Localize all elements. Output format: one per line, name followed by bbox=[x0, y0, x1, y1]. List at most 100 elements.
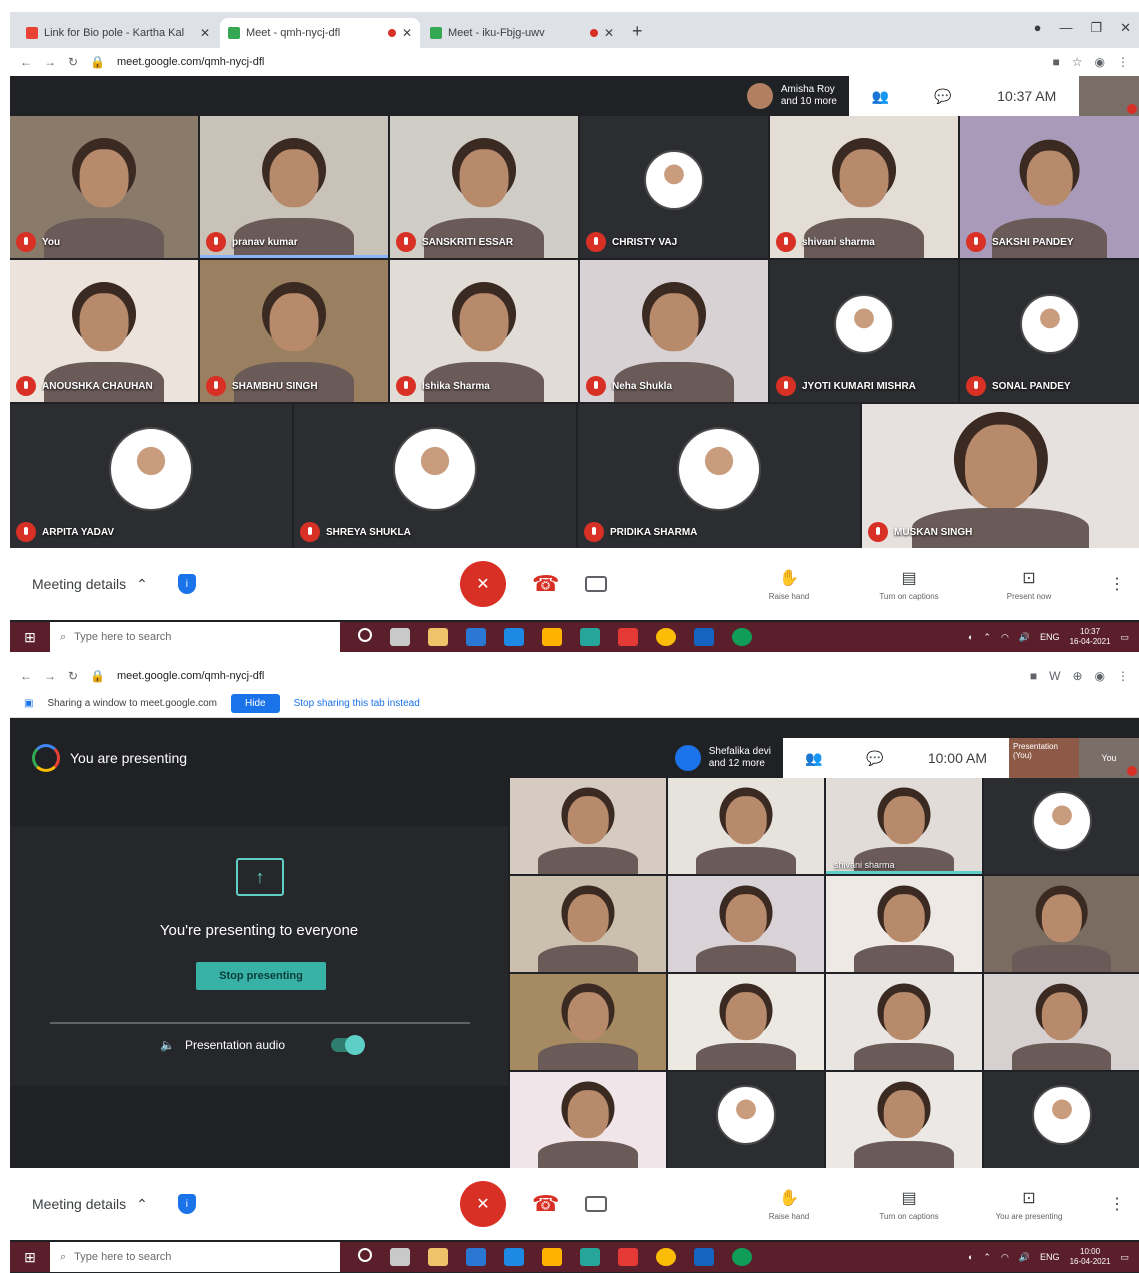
participant-tile[interactable]: SONAL PANDEY bbox=[960, 260, 1139, 402]
tab-gmail[interactable]: Link for Bio pole - Kartha Kal ✕ bbox=[18, 18, 218, 48]
forward-icon[interactable]: → bbox=[44, 669, 56, 683]
participant-tile[interactable] bbox=[510, 974, 666, 1070]
shield-icon[interactable]: i bbox=[177, 1194, 196, 1214]
reload-icon[interactable]: ↻ bbox=[68, 669, 78, 683]
participant-tile[interactable]: SAKSHI PANDEY bbox=[960, 116, 1139, 258]
new-tab-icon[interactable]: + bbox=[624, 21, 651, 48]
chat-icon[interactable]: 💬 bbox=[934, 88, 951, 105]
url-field[interactable]: meet.google.com/qmh-nycj-dfl bbox=[117, 670, 1018, 682]
avatar[interactable]: ◉ bbox=[1095, 669, 1105, 683]
raise-hand-button[interactable]: ✋ Raise hand bbox=[749, 568, 829, 601]
star-icon[interactable]: ☆ bbox=[1072, 55, 1083, 69]
meeting-details-button[interactable]: Meeting details ⌃ bbox=[32, 1196, 148, 1213]
wifi-icon[interactable]: ◠ bbox=[1001, 632, 1009, 643]
hide-button[interactable]: Hide bbox=[231, 694, 280, 713]
participant-tile[interactable] bbox=[826, 1072, 982, 1168]
mic-off-button[interactable]: ✕ bbox=[460, 1181, 506, 1227]
participant-tile[interactable] bbox=[668, 974, 824, 1070]
presentation-audio-toggle[interactable] bbox=[331, 1035, 366, 1055]
weather-icon[interactable]: ◐ bbox=[968, 632, 973, 642]
presentation-thumbnail[interactable]: Presentation (You) bbox=[1009, 738, 1079, 778]
participant-tile[interactable] bbox=[510, 778, 666, 874]
camera-indicator-icon[interactable]: ■ bbox=[1053, 55, 1060, 69]
participant-tile[interactable] bbox=[668, 876, 824, 972]
volume-icon[interactable]: 🔊 bbox=[1019, 632, 1030, 643]
participant-tile[interactable] bbox=[984, 974, 1139, 1070]
stop-presenting-button[interactable]: Stop presenting bbox=[196, 962, 326, 990]
chrome-icon[interactable] bbox=[656, 1248, 676, 1266]
hang-up-button[interactable]: ☎ bbox=[532, 1191, 559, 1217]
participant-tile[interactable]: SHAMBHU SINGH bbox=[200, 260, 388, 402]
chrome-icon[interactable] bbox=[656, 628, 676, 646]
participant-tile[interactable] bbox=[984, 1072, 1139, 1168]
chevron-up-icon[interactable]: ⌃ bbox=[983, 632, 991, 643]
participant-tile[interactable]: ARPITA YADAV bbox=[10, 404, 292, 548]
captions-button[interactable]: ▤ Turn on captions bbox=[869, 568, 949, 601]
participant-tile[interactable]: shivani sharma bbox=[770, 116, 958, 258]
taskbar-search[interactable]: ⌕ Type here to search bbox=[50, 1242, 340, 1272]
back-icon[interactable]: ← bbox=[20, 669, 32, 683]
edge-icon[interactable] bbox=[732, 628, 752, 646]
store-icon[interactable] bbox=[428, 628, 448, 646]
menu-kebab-icon[interactable]: ⋮ bbox=[1117, 55, 1129, 69]
folder-icon[interactable] bbox=[542, 1248, 562, 1266]
wifi-icon[interactable]: ◠ bbox=[1001, 1252, 1009, 1263]
word-icon[interactable] bbox=[504, 1248, 524, 1266]
notification-icon[interactable]: ▭ bbox=[1120, 1252, 1129, 1263]
participant-tile[interactable]: JYOTI KUMARI MISHRA bbox=[770, 260, 958, 402]
captions-button[interactable]: ▤ Turn on captions bbox=[869, 1188, 949, 1221]
tab-meet-active[interactable]: Meet - qmh-nycj-dfl ✕ bbox=[220, 18, 420, 48]
profile-icon[interactable]: ● bbox=[1034, 20, 1042, 36]
raise-hand-button[interactable]: ✋ Raise hand bbox=[749, 1188, 829, 1221]
participant-tile[interactable]: MUSKAN SINGH bbox=[862, 404, 1139, 548]
forward-icon[interactable]: → bbox=[44, 55, 56, 69]
windows-start-icon[interactable]: ⊞ bbox=[10, 629, 50, 646]
participant-tile[interactable]: SANSKRITI ESSAR bbox=[390, 116, 578, 258]
participant-tile[interactable]: You bbox=[10, 116, 198, 258]
back-icon[interactable]: ← bbox=[20, 55, 32, 69]
close-window-icon[interactable]: ✕ bbox=[1120, 20, 1131, 36]
weather-icon[interactable]: ◐ bbox=[968, 1252, 973, 1262]
mail-icon[interactable] bbox=[466, 1248, 486, 1266]
windows-start-icon[interactable]: ⊞ bbox=[10, 1249, 50, 1266]
cortana-icon[interactable] bbox=[358, 1248, 372, 1262]
app-icon[interactable] bbox=[580, 628, 600, 646]
volume-icon[interactable]: 🔊 bbox=[1019, 1252, 1030, 1263]
taskbar-clock[interactable]: 10:37 16-04-2021 bbox=[1070, 627, 1111, 647]
participant-tile[interactable]: Neha Shukla bbox=[580, 260, 768, 402]
notification-icon[interactable]: ▭ bbox=[1120, 632, 1129, 643]
participant-tile[interactable] bbox=[668, 778, 824, 874]
participant-tile[interactable]: pranav kumar bbox=[200, 116, 388, 258]
app-icon[interactable] bbox=[580, 1248, 600, 1266]
zoom-icon[interactable]: ⊕ bbox=[1072, 669, 1082, 683]
participant-tile[interactable]: CHRISTY VAJ bbox=[580, 116, 768, 258]
participant-tile[interactable] bbox=[510, 1072, 666, 1168]
people-icon[interactable]: 👥 bbox=[805, 750, 822, 767]
participant-tile[interactable] bbox=[826, 876, 982, 972]
language-indicator[interactable]: ENG bbox=[1040, 1252, 1060, 1262]
avatar[interactable]: ◉ bbox=[1095, 55, 1105, 69]
minimize-icon[interactable]: — bbox=[1059, 20, 1072, 36]
participant-tile[interactable]: Ishika Sharma bbox=[390, 260, 578, 402]
self-view-thumbnail[interactable]: You bbox=[1079, 738, 1139, 778]
participant-tile[interactable]: ANOUSHKA CHAUHAN bbox=[10, 260, 198, 402]
hang-up-button[interactable]: ☎ bbox=[532, 571, 559, 597]
task-view-icon[interactable] bbox=[390, 628, 410, 646]
powerpoint-icon[interactable] bbox=[618, 1248, 638, 1266]
tab-meet-second[interactable]: Meet - iku-Fbjg-uwv ✕ bbox=[422, 18, 622, 48]
cortana-icon[interactable] bbox=[358, 628, 372, 642]
participant-tile[interactable] bbox=[984, 876, 1139, 972]
maximize-icon[interactable]: ❐ bbox=[1090, 20, 1102, 36]
present-button[interactable]: ⊡ Present now bbox=[989, 568, 1069, 601]
participant-tile[interactable] bbox=[984, 778, 1139, 874]
participant-tile[interactable]: shivani sharma bbox=[826, 778, 982, 874]
word-icon[interactable] bbox=[504, 628, 524, 646]
mail-icon[interactable] bbox=[466, 628, 486, 646]
people-icon[interactable]: 👥 bbox=[872, 88, 889, 105]
camera-button[interactable] bbox=[585, 1196, 608, 1212]
url-field[interactable]: meet.google.com/qmh-nycj-dfl bbox=[117, 56, 1040, 68]
meeting-details-button[interactable]: Meeting details ⌃ bbox=[32, 576, 148, 593]
taskbar-clock[interactable]: 10:00 16-04-2021 bbox=[1070, 1247, 1111, 1267]
language-indicator[interactable]: ENG bbox=[1040, 632, 1060, 642]
mic-off-button[interactable]: ✕ bbox=[460, 561, 506, 607]
